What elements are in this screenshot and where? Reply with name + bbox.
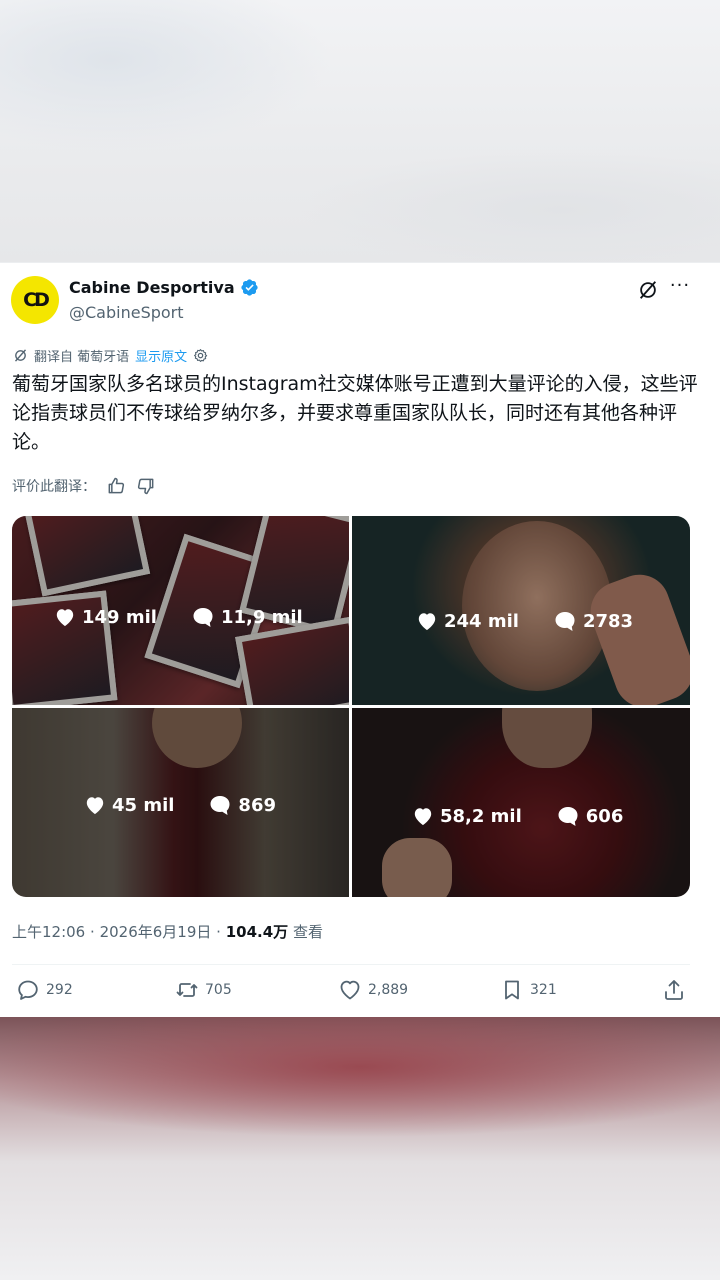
- translation-info: 翻译自 葡萄牙语 显示原文: [13, 346, 208, 365]
- media-stats: 244 mil 2783: [416, 610, 633, 632]
- tweet-text: 葡萄牙国家队多名球员的Instagram社交媒体账号正遭到大量评论的入侵，这些评…: [12, 373, 698, 453]
- grok-icon[interactable]: [637, 279, 659, 301]
- bookmark-icon: [505, 980, 519, 1000]
- author-row: Cabine Desportiva: [69, 278, 259, 297]
- view-count[interactable]: 104.4万: [226, 923, 288, 941]
- likes-stat: 244 mil: [416, 611, 519, 632]
- comments-stat: 2783: [553, 610, 633, 632]
- comment-bubble-icon: [193, 608, 213, 627]
- comments-stat: 11,9 mil: [191, 606, 303, 628]
- blurred-background-bottom: [0, 1017, 720, 1280]
- likes-count: 244 mil: [444, 610, 519, 632]
- settings-gear-icon[interactable]: [193, 348, 208, 363]
- translated-from-label: 翻译自 葡萄牙语: [34, 350, 130, 365]
- reply-button[interactable]: 292: [16, 978, 73, 1002]
- heart-icon: [86, 797, 104, 815]
- comments-count: 2783: [582, 610, 634, 632]
- comments-stat: 869: [208, 794, 276, 816]
- reply-count: 292: [46, 982, 73, 998]
- avatar-logo: CD: [23, 289, 50, 311]
- share-icon: [665, 980, 683, 1000]
- media-grid: 149 mil 11,9 mil 244 mil 2783 45 mil 869…: [12, 516, 690, 897]
- like-button[interactable]: 2,889: [338, 978, 408, 1002]
- show-original-link[interactable]: 显示原文: [135, 346, 187, 365]
- grok-small-icon: [14, 349, 27, 362]
- likes-count: 149 mil: [82, 606, 157, 628]
- comment-bubble-icon: [558, 807, 578, 826]
- thumbs-down-icon[interactable]: [136, 476, 156, 496]
- thumbs-up-icon[interactable]: [106, 476, 126, 496]
- reply-icon: [18, 980, 38, 1000]
- comments-count: 869: [238, 794, 276, 816]
- views-label: 查看: [292, 923, 323, 941]
- separator-dot: ·: [90, 923, 95, 941]
- repost-count: 705: [205, 982, 232, 998]
- media-stats: 58,2 mil 606: [412, 805, 623, 827]
- blurred-background-top: [0, 0, 720, 262]
- media-stats: 149 mil 11,9 mil: [54, 606, 303, 628]
- comment-bubble-icon: [210, 796, 230, 815]
- tweet-date[interactable]: 2026年6月19日: [100, 923, 212, 941]
- likes-stat: 58,2 mil: [412, 806, 522, 827]
- media-image-2[interactable]: 244 mil 2783: [352, 516, 690, 705]
- likes-count: 58,2 mil: [440, 805, 522, 827]
- media-image-4[interactable]: 58,2 mil 606: [352, 708, 690, 897]
- heart-outline-icon: [340, 980, 360, 1000]
- comments-count: 606: [585, 805, 624, 827]
- separator-dot: ·: [216, 923, 221, 941]
- image-overlay: [352, 708, 690, 897]
- bookmark-count: 321: [530, 982, 557, 998]
- comment-bubble-icon: [555, 612, 575, 631]
- rate-translation-label: 评价此翻译：: [12, 479, 96, 495]
- heart-icon: [414, 808, 432, 826]
- avatar[interactable]: CD: [11, 276, 59, 324]
- share-button[interactable]: [662, 978, 686, 1002]
- verified-badge-icon[interactable]: [240, 278, 259, 297]
- comments-count: 11,9 mil: [220, 606, 303, 628]
- media-image-1[interactable]: 149 mil 11,9 mil: [12, 516, 349, 705]
- media-stats: 45 mil 869: [84, 794, 276, 816]
- media-image-3[interactable]: 45 mil 869: [12, 708, 349, 897]
- repost-button[interactable]: 705: [175, 978, 232, 1002]
- rate-translation: 评价此翻译：: [12, 476, 156, 496]
- comments-stat: 606: [556, 805, 624, 827]
- tweet-meta: 上午12:06 · 2026年6月19日 · 104.4万 查看: [12, 921, 323, 942]
- divider: [12, 964, 690, 965]
- more-options-icon[interactable]: ···: [668, 277, 692, 300]
- author-name[interactable]: Cabine Desportiva: [69, 278, 235, 297]
- action-bar: 292 705 2,889 321: [12, 978, 690, 1010]
- likes-count: 45 mil: [112, 794, 175, 816]
- author-handle[interactable]: @CabineSport: [69, 303, 184, 322]
- heart-icon: [56, 609, 74, 627]
- tweet-time[interactable]: 上午12:06: [12, 923, 85, 941]
- like-count: 2,889: [368, 982, 409, 998]
- heart-icon: [418, 613, 436, 631]
- bookmark-button[interactable]: 321: [500, 978, 557, 1002]
- likes-stat: 149 mil: [54, 607, 157, 628]
- likes-stat: 45 mil: [84, 795, 174, 816]
- repost-icon: [176, 983, 198, 997]
